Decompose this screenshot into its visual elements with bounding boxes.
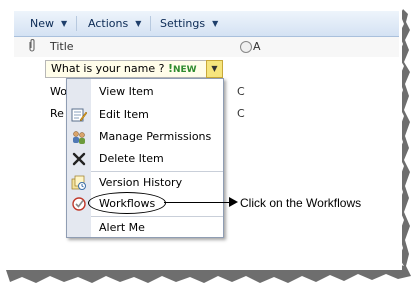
list-item[interactable]: Wo — [50, 85, 67, 98]
list-item[interactable]: Re — [50, 107, 64, 120]
permissions-icon — [71, 129, 87, 145]
actions-label: Actions — [88, 17, 129, 30]
menu-item-version-history[interactable]: Version History — [67, 172, 223, 194]
menu-item-alert-me[interactable]: Alert Me — [67, 217, 223, 239]
list-header-row: Title A — [14, 37, 399, 57]
callout-annotation: Click on the Workflows — [240, 196, 362, 210]
workflows-icon — [71, 196, 87, 212]
attachment-paperclip-icon — [28, 39, 36, 55]
screenshot-canvas: New ▼ Actions ▼ Settings ▼ Title A What is … — [0, 0, 415, 290]
list-cell: C — [237, 107, 245, 120]
callout-arrowhead-icon — [229, 197, 238, 207]
list-cell: C — [237, 85, 245, 98]
menu-item-label: Delete Item — [99, 152, 164, 165]
title-column-header[interactable]: Title — [50, 40, 74, 53]
selected-item-text: What is your name ? — [51, 62, 165, 75]
menu-item-delete-item[interactable]: Delete Item — [67, 148, 223, 170]
item-context-menu: View Item Edit Item Manage Permissions D… — [66, 78, 224, 238]
menu-item-manage-permissions[interactable]: Manage Permissions — [67, 126, 223, 148]
toolbar-divider — [150, 16, 151, 31]
settings-label: Settings — [160, 17, 206, 30]
callout-arrow-line — [164, 202, 231, 203]
menu-item-edit-item[interactable]: Edit Item — [67, 104, 223, 126]
sharepoint-list-page: New ▼ Actions ▼ Settings ▼ Title A What is … — [0, 0, 405, 268]
next-column-header[interactable]: A — [253, 40, 261, 53]
menu-item-label: Alert Me — [99, 221, 145, 234]
chevron-down-icon: ▼ — [212, 19, 219, 28]
selected-list-item[interactable]: What is your name ? !NEW ▼ — [45, 60, 223, 78]
version-history-icon — [71, 175, 87, 191]
menu-item-label: View Item — [99, 85, 154, 98]
chevron-down-icon: ▼ — [61, 19, 68, 28]
list-toolbar: New ▼ Actions ▼ Settings ▼ — [14, 11, 399, 37]
toolbar-divider — [76, 16, 77, 31]
menu-item-view-item[interactable]: View Item — [67, 81, 223, 103]
select-radio[interactable] — [240, 41, 252, 53]
new-badge: !NEW — [168, 62, 197, 75]
workflows-highlight-oval — [88, 192, 166, 214]
selected-item-title: What is your name ? !NEW — [51, 62, 197, 75]
chevron-down-icon: ▼ — [211, 64, 218, 73]
menu-item-label: Manage Permissions — [99, 130, 212, 143]
new-menu-button[interactable]: New ▼ — [30, 17, 67, 30]
actions-menu-button[interactable]: Actions ▼ — [88, 17, 141, 30]
settings-menu-button[interactable]: Settings ▼ — [160, 17, 218, 30]
new-badge-label: NEW — [172, 65, 197, 75]
edit-icon — [71, 107, 88, 123]
menu-item-label: Version History — [99, 176, 183, 189]
new-label: New — [30, 17, 54, 30]
delete-x-icon — [71, 151, 87, 167]
chevron-down-icon: ▼ — [135, 19, 142, 28]
item-dropdown-button[interactable]: ▼ — [206, 60, 223, 78]
menu-item-label: Edit Item — [99, 108, 149, 121]
